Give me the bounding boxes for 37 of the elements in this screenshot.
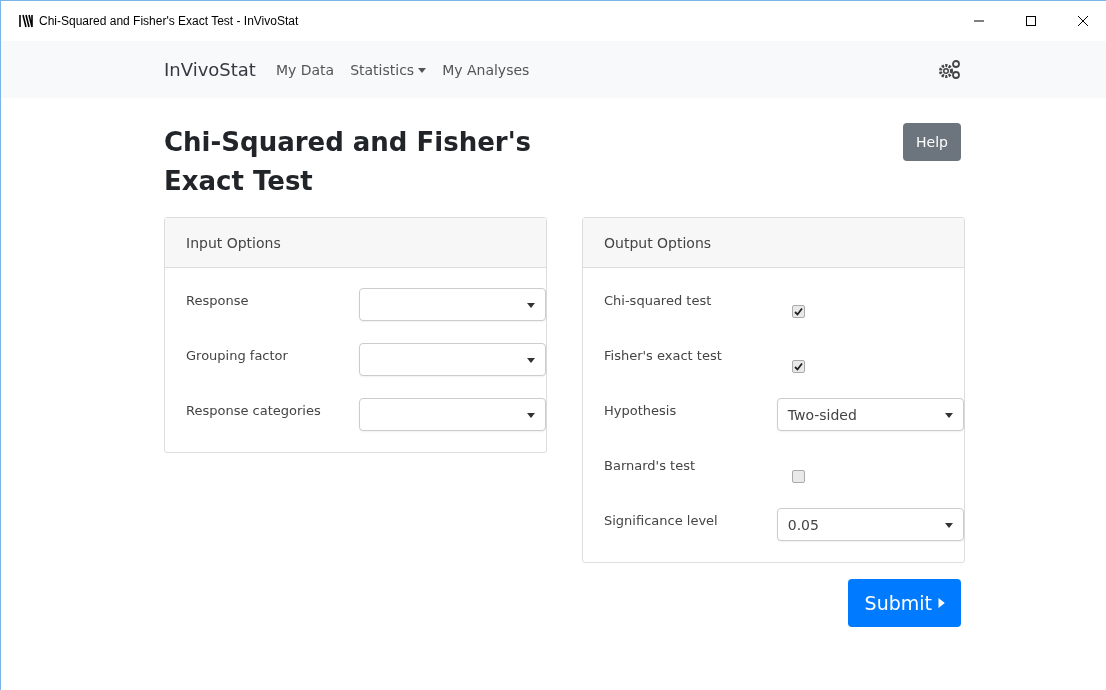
- checkbox[interactable]: [792, 470, 805, 483]
- nav-link[interactable]: My Data: [267, 61, 343, 78]
- select-field[interactable]: [358, 288, 546, 321]
- field-label: Fisher's exact test: [604, 347, 723, 363]
- field-label: Response: [186, 292, 250, 308]
- brand-link[interactable]: InVivoStat: [164, 59, 256, 80]
- submit-button[interactable]: Submit: [847, 579, 961, 627]
- maximize-icon: [1026, 16, 1036, 26]
- select-field[interactable]: [358, 343, 546, 376]
- nav-link[interactable]: Statistics: [342, 61, 435, 78]
- checkbox[interactable]: [792, 305, 805, 318]
- select-field[interactable]: 0.05: [776, 508, 964, 541]
- help-button[interactable]: Help: [903, 123, 961, 161]
- caret-icon: [527, 410, 535, 419]
- settings-icon[interactable]: [938, 58, 962, 81]
- card-header: Output Options: [583, 218, 964, 268]
- select-field[interactable]: Two-sided: [776, 398, 964, 431]
- page-title: Chi-Squared and Fisher's Exact Test: [164, 126, 533, 198]
- caret-icon: [945, 520, 953, 529]
- nav-link[interactable]: My Analyses: [434, 61, 538, 78]
- caret-icon: [936, 598, 946, 608]
- caret-icon: [945, 410, 953, 419]
- field-label: Significance level: [604, 512, 719, 528]
- app-logo-icon: [19, 14, 33, 28]
- window-title: Chi-Squared and Fisher's Exact Test - InVivoStat: [39, 14, 300, 28]
- field-label: Barnard's test: [604, 457, 697, 473]
- select-field[interactable]: [358, 398, 546, 431]
- checkbox[interactable]: [792, 360, 805, 373]
- close-icon: [1078, 16, 1088, 26]
- caret-icon: [527, 300, 535, 309]
- caret-icon: [418, 65, 427, 74]
- field-label: Grouping factor: [186, 347, 289, 363]
- field-label: Hypothesis: [604, 402, 678, 418]
- field-label: Chi-squared test: [604, 292, 713, 308]
- field-label: Response categories: [186, 402, 322, 418]
- caret-icon: [527, 355, 535, 364]
- card-header: Input Options: [165, 218, 546, 268]
